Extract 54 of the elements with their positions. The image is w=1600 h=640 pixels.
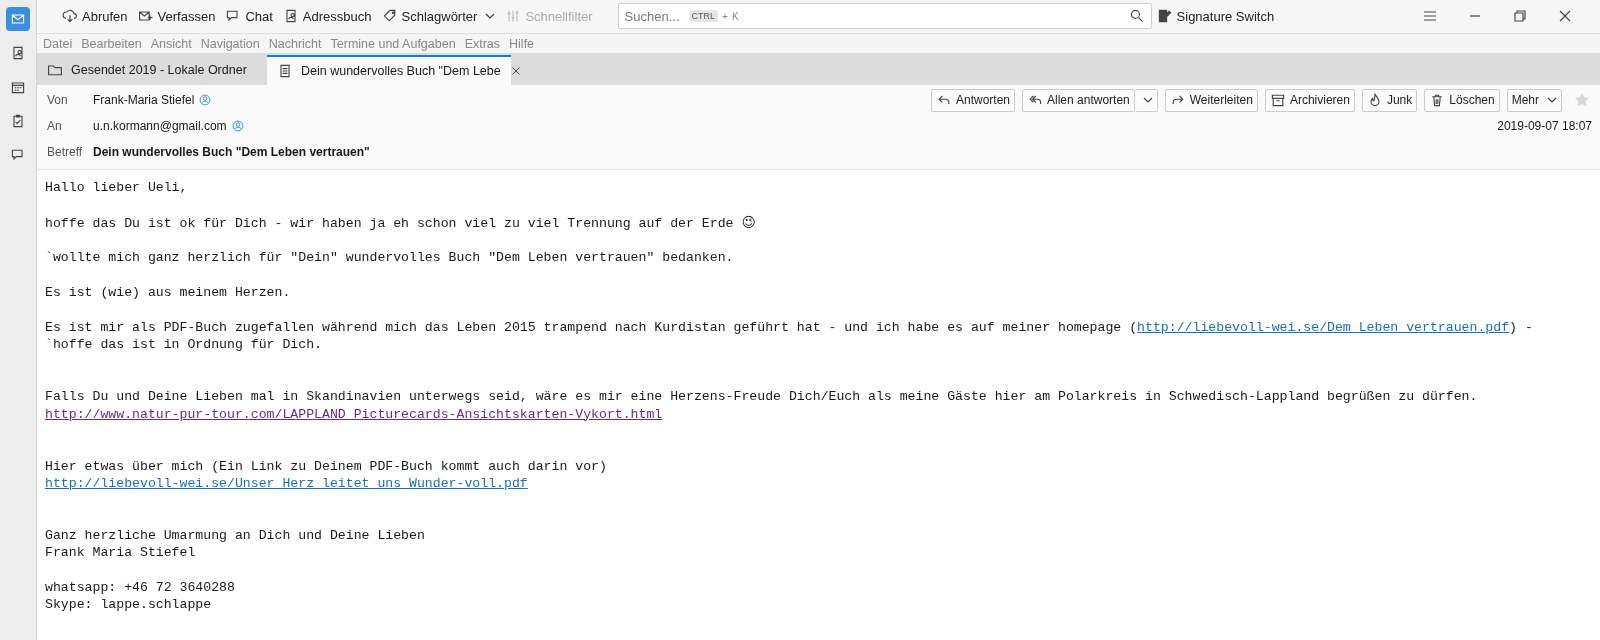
toolbar-button[interactable]: Chat — [220, 4, 278, 29]
subject-text: Dein wundervolles Buch "Dem Leben vertrauen" — [93, 145, 370, 160]
address-card-icon — [10, 45, 26, 61]
field-label: An — [47, 119, 63, 134]
action-button[interactable]: Antworten — [931, 88, 1016, 112]
search-icon — [1128, 8, 1145, 25]
calendar-icon — [10, 79, 26, 95]
star-icon[interactable] — [1574, 92, 1590, 109]
body-text: Skype: lappe.schlappe — [45, 597, 212, 613]
field-label: Betreff — [47, 145, 84, 160]
document-icon — [277, 63, 293, 80]
body-text: Es ist (wie) aus meinem Herzen. — [45, 285, 291, 301]
action-button[interactable]: Junk — [1361, 88, 1418, 112]
speech-bubble-icon — [10, 147, 26, 163]
link[interactable]: http://liebevoll-wei.se/Unser_Herz_leitet_uns_Wunder-voll.pdf — [45, 475, 528, 491]
tab-label: Gesendet 2019 - Lokale Ordner — [71, 63, 247, 78]
body-text: whatsapp: +46 72 3640288 — [45, 579, 235, 595]
field-label: Von — [47, 93, 69, 108]
key-separator: + — [722, 10, 728, 22]
body-text: Falls Du und Deine Lieben mal in Skandinavien unterwegs seid, wäre es mir eine Herzens-Freude Dich/Euch als meine Gäste hier am Polarkreis in Schwedisch-Lappland begrüßen zu dürfen. — [45, 389, 1478, 405]
action-button[interactable]: Löschen — [1424, 88, 1500, 112]
reply-all-button[interactable]: Allen antworten — [1022, 88, 1135, 112]
tab-label: Dein wundervolles Buch "Dem Lebe — [301, 64, 501, 79]
body-text: Frank Maria Stiefel — [45, 545, 196, 561]
search-field[interactable]: Suchen... CTRL + K — [617, 3, 1152, 30]
body-text: Hier etwas über mich (Ein Link zu Deinem PDF-Buch kommt auch darin vor) — [45, 458, 607, 474]
recipient-address[interactable]: u.n.kormann@gmail.com — [93, 119, 227, 134]
sender-name[interactable]: Frank-Maria Stiefel — [93, 93, 195, 108]
toolbar-button[interactable]: Schlagwörter — [376, 4, 501, 29]
clipboard-check-icon — [10, 113, 26, 129]
link[interactable]: http://liebevoll-wei.se/Dem_Leben_vertrauen.pdf — [1137, 319, 1510, 335]
envelope-icon — [10, 11, 26, 27]
toolbar-button[interactable]: Verfassen — [132, 4, 221, 29]
body-text: Hallo lieber Ueli, — [45, 180, 188, 196]
key-cap: CTRL — [688, 10, 719, 23]
action-button[interactable]: Archivieren — [1264, 88, 1355, 112]
link[interactable]: http://www.natur-pur-tour.com/LAPPLAND_Picturecards-Ansichtskarten-Vykort.html — [45, 406, 663, 422]
toolbar-button[interactable]: Abrufen — [57, 4, 133, 29]
archive-box-icon — [1269, 92, 1286, 109]
body-text: `hoffe das ist in Ordnung für Dich. — [45, 337, 322, 353]
body-text: hoffe das Du ist ok für Dich - wir haben ja eh schon viel zu viel Trennung auf der Erde 😉 — [45, 215, 757, 231]
body-text: Es ist mir als PDF-Buch zugefallen während mich das Leben 2015 trampend nach Kurdistan geführt hat - und ich habe es auf meiner homepage (http://liebevoll-wei.se/Dem_Leben_vertrauen.pdf) - — [45, 319, 1533, 335]
cloud-download-icon — [62, 8, 78, 25]
more-button[interactable]: Mehr — [1506, 88, 1562, 112]
winking-emoji: 😉 — [741, 213, 757, 230]
toolbar-button[interactable]: Adressbuch — [277, 4, 377, 29]
signature-switch-button[interactable]: Signature Switch — [1151, 4, 1280, 29]
body-text: Ganz herzliche Umarmung an Dich und Deine Lieben — [45, 527, 425, 543]
message-date: 2019-09-07 18:07 — [1497, 119, 1592, 134]
action-button[interactable]: Weiterleiten — [1164, 88, 1258, 112]
tab[interactable]: Gesendet 2019 - Lokale Ordner — [37, 55, 267, 86]
body-text: `wollte mich ganz herzlich für "Dein" wundervolles Buch "Dem Leben vertrauen" bedanken. — [45, 250, 734, 266]
sliders-icon — [505, 8, 522, 25]
key-separator: K — [731, 10, 739, 22]
